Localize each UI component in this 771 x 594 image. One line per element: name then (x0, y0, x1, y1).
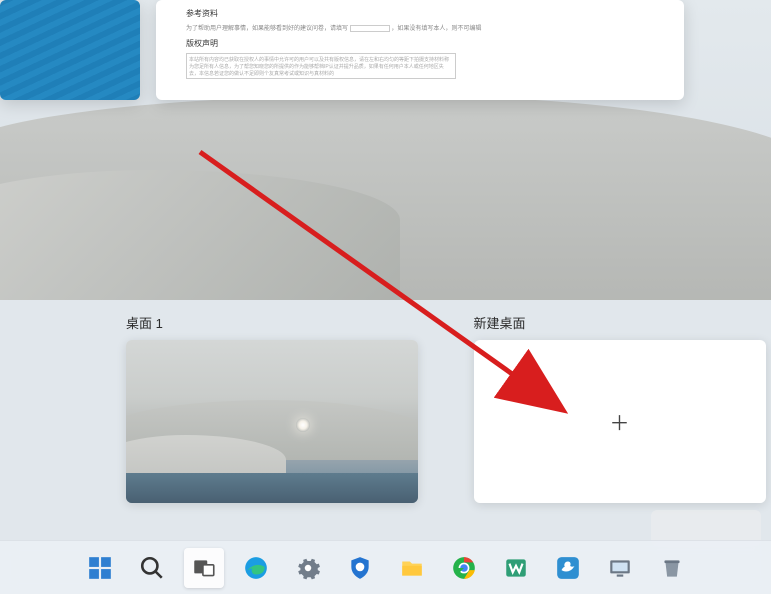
virtual-desktops-row: 桌面 1 新建桌面 ＋ (0, 313, 771, 503)
trash-icon[interactable] (652, 548, 692, 588)
start-icon[interactable] (80, 548, 120, 588)
doc-section: 版权声明 (186, 38, 504, 49)
explorer-icon[interactable] (392, 548, 432, 588)
wps-icon[interactable] (496, 548, 536, 588)
desktop-thumbnail[interactable] (126, 340, 418, 503)
settings-icon[interactable] (288, 548, 328, 588)
search-icon[interactable] (132, 548, 172, 588)
taskview-icon[interactable] (184, 548, 224, 588)
doc-textarea: 本站所有内容均已获取在授权人的事情中允许可的用户可以及共有版权信息，请在左和右均… (186, 53, 456, 79)
computer-icon[interactable] (600, 548, 640, 588)
window-preview-document[interactable]: 参考资料 为了帮助用户理解事情，如果能够看到好的建议问卷，请填写 ，如果没有填写… (156, 0, 684, 100)
plus-icon: ＋ (610, 407, 630, 436)
security-icon[interactable] (340, 548, 380, 588)
chrome-icon[interactable] (444, 548, 484, 588)
doc-section: 参考资料 (186, 8, 504, 19)
window-preview[interactable] (0, 0, 140, 100)
new-desktop-button[interactable]: ＋ (474, 340, 766, 503)
desktop-label: 桌面 1 (116, 313, 424, 332)
wallpaper-dune (0, 170, 400, 310)
app-bird-icon[interactable] (548, 548, 588, 588)
edge-icon[interactable] (236, 548, 276, 588)
new-desktop-card[interactable]: 新建桌面 ＋ (464, 313, 771, 503)
taskbar (0, 540, 771, 594)
doc-text: 为了帮助用户理解事情，如果能够看到好的建议问卷，请填写 ，如果没有填写本人，则不… (186, 23, 504, 32)
new-desktop-label: 新建桌面 (464, 313, 771, 332)
desktop-1-card[interactable]: 桌面 1 (116, 313, 424, 503)
